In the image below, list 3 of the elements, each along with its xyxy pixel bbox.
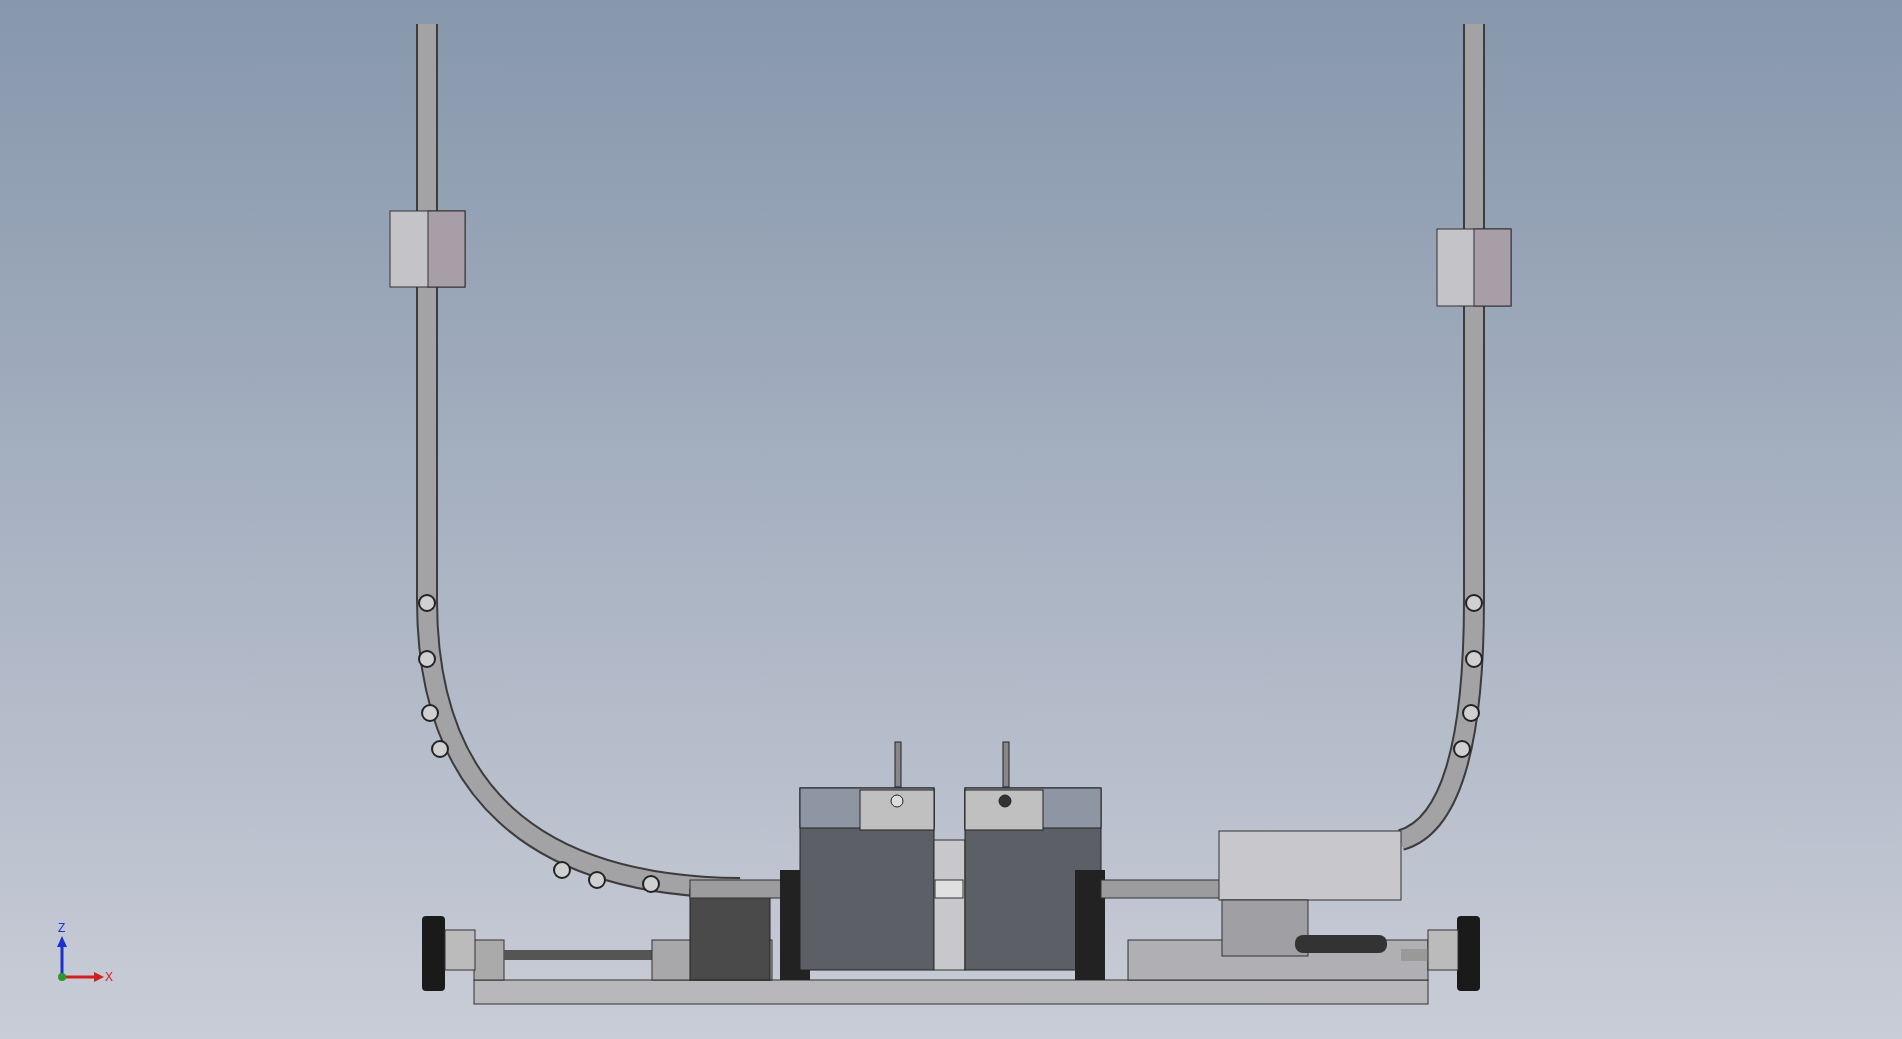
axis-label: Z [58,921,66,935]
axis-label: X [105,970,113,984]
axis-triad-icon [57,936,104,982]
